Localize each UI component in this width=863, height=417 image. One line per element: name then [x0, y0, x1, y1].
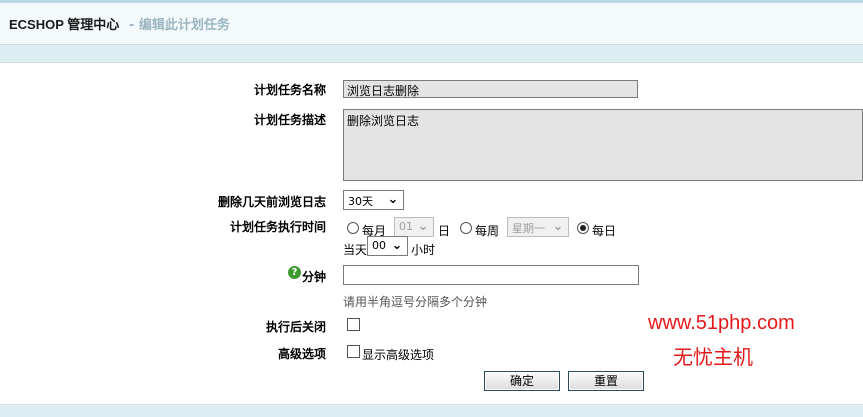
show-advanced-label: 显示高级选项	[362, 348, 435, 362]
hour-select[interactable]: 00 ⌄	[367, 236, 408, 256]
weekly-radio[interactable]	[460, 222, 472, 234]
reset-button[interactable]: 重置	[568, 371, 644, 391]
advanced-label: 高级选项	[277, 347, 326, 361]
close-after-checkbox[interactable]	[347, 318, 360, 331]
page-header: ECSHOP 管理中心 - 编辑此计划任务	[0, 0, 863, 45]
task-name-label: 计划任务名称	[253, 83, 326, 97]
weekly-radio-label: 每周	[475, 224, 500, 238]
submit-button[interactable]: 确定	[484, 371, 560, 391]
days-select[interactable]: 30天 ⌄	[343, 190, 404, 210]
minute-input[interactable]	[343, 265, 639, 285]
task-name-value: 浏览日志删除	[347, 84, 420, 98]
task-desc-value: 删除浏览日志	[347, 114, 420, 128]
chevron-down-icon: ⌄	[552, 219, 564, 234]
chevron-down-icon: ⌄	[387, 192, 399, 207]
days-select-value: 30天	[348, 195, 373, 208]
weekday-value: 星期一	[512, 222, 545, 235]
chevron-down-icon: ⌄	[391, 238, 403, 253]
monthly-day-select[interactable]: 01 ⌄	[394, 217, 434, 237]
exec-time-label: 计划任务执行时间	[229, 220, 326, 234]
minute-label: 分钟	[301, 270, 326, 284]
hour-value: 00	[372, 239, 386, 252]
watermark-url: www.51php.com	[648, 312, 795, 334]
minute-hint: 请用半角逗号分隔多个分钟	[343, 295, 488, 309]
brand-title: ECSHOP 管理中心	[9, 17, 120, 32]
task-name-input[interactable]: 浏览日志删除	[343, 80, 638, 98]
show-advanced-checkbox[interactable]	[347, 345, 360, 358]
day-prefix: 当天	[343, 243, 368, 257]
daily-radio-label: 每日	[592, 224, 617, 238]
monthly-day-value: 01	[399, 220, 413, 233]
daily-radio[interactable]	[577, 222, 589, 234]
monthly-radio[interactable]	[347, 222, 359, 234]
hour-suffix: 小时	[411, 243, 436, 257]
weekday-select[interactable]: 星期一 ⌄	[507, 217, 569, 237]
page-title: - 编辑此计划任务	[129, 18, 230, 33]
watermark-text: 无忧主机	[673, 345, 753, 369]
page-footer	[0, 405, 863, 417]
day-suffix: 日	[438, 224, 451, 238]
task-desc-label: 计划任务描述	[253, 113, 326, 127]
close-after-label: 执行后关闭	[265, 320, 326, 334]
days-label: 删除几天前浏览日志	[217, 195, 326, 209]
task-desc-textarea[interactable]: 删除浏览日志	[343, 109, 863, 181]
chevron-down-icon: ⌄	[417, 219, 429, 234]
